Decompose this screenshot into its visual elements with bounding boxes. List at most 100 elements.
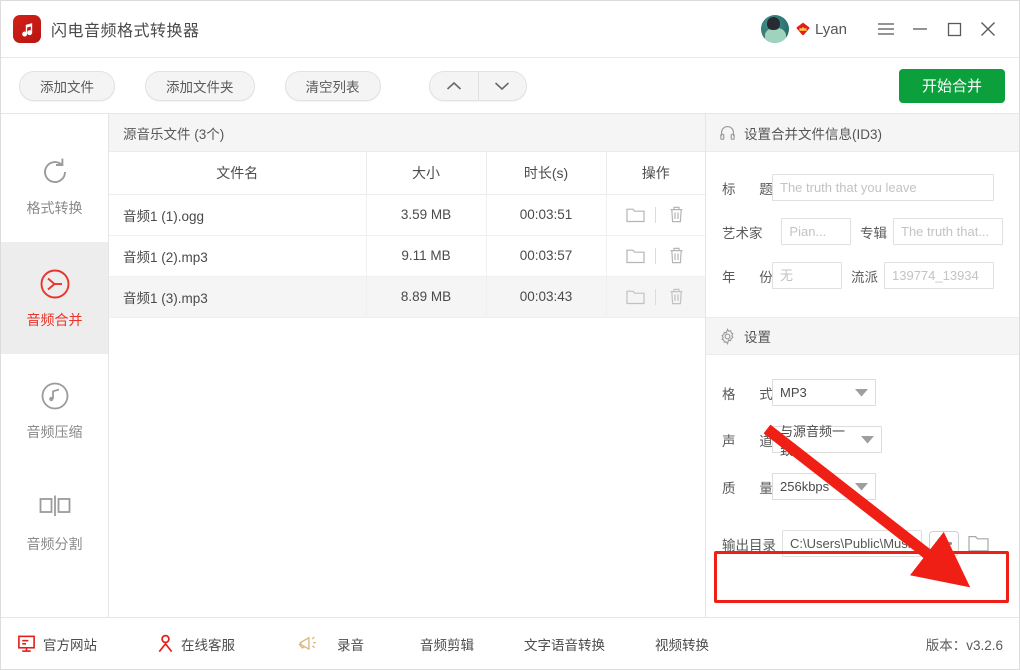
move-down-button[interactable] [477,71,526,100]
app-window: 闪电音频格式转换器 Lyan 添加文件 添加文件夹 清空列表 开始合并 格式转换… [0,0,1020,670]
id3-section-title: 设置合并文件信息(ID3) [744,126,882,142]
output-dir-input[interactable] [782,530,922,557]
start-merge-button[interactable]: 开始合并 [898,68,1005,103]
text-to-speech-link[interactable]: 文字语音转换 [524,634,605,654]
cell-duration: 00:03:43 [486,276,607,318]
id3-album-input[interactable] [893,218,1003,245]
sidebar-item-audio-merge[interactable]: 音频合并 [1,242,108,354]
format-row: 格 式 MP3 [706,379,1019,406]
open-output-folder-icon[interactable] [964,535,992,552]
recording-link[interactable]: 录音 [337,634,364,654]
sidebar-item-audio-split[interactable]: 音频分割 [1,466,108,578]
column-header-actions: 操作 [606,152,705,195]
cell-actions [606,235,705,277]
quality-row: 质 量 256kbps [706,473,1019,500]
id3-artist-label: 艺术家 [722,225,763,241]
browse-ellipsis-button[interactable] [929,531,959,556]
id3-title-label: 标 题 [722,181,783,197]
maximize-icon[interactable] [937,12,971,46]
quality-select[interactable]: 256kbps [772,473,876,500]
id3-title-row: 标 题 [706,174,1019,201]
id3-title-input[interactable] [772,174,994,201]
refresh-circle-icon [39,155,71,189]
cell-actions [606,276,705,318]
hamburger-menu-icon[interactable] [869,12,903,46]
id3-year-input[interactable] [772,262,842,289]
video-convert-link[interactable]: 视频转换 [655,634,709,654]
cell-filename: 音频1 (2).mp3 [109,235,367,277]
folder-icon[interactable] [615,207,655,223]
folder-icon[interactable] [615,248,655,264]
cell-size: 8.89 MB [366,276,487,318]
online-support-link[interactable]: 在线客服 [157,634,235,654]
settings-section-header: 设置 [706,317,1019,355]
cell-filename: 音频1 (3).mp3 [109,276,367,318]
file-list-header: 源音乐文件 (3个) [109,114,705,152]
sidebar-label: 音频分割 [26,535,83,552]
app-logo-icon [13,15,41,43]
minimize-icon[interactable] [903,12,937,46]
monitor-icon [18,635,35,652]
vip-crown-icon [796,22,810,36]
app-title: 闪电音频格式转换器 [51,23,200,40]
channel-label: 声 道 [722,433,783,449]
table-row[interactable]: 音频1 (3).mp3 8.89 MB 00:03:43 [109,276,705,318]
id3-year-label: 年 份 [722,269,783,285]
trash-icon[interactable] [656,288,696,305]
add-file-button[interactable]: 添加文件 [19,70,115,101]
id3-genre-label: 流派 [851,269,878,285]
cell-size: 9.11 MB [366,235,487,277]
official-website-label: 官方网站 [43,637,97,653]
merge-arrow-circle-icon [38,267,72,301]
version-label: 版本：v3.2.6 [925,637,1003,653]
sidebar: 格式转换 音频合并 音频压缩 音频分割 [1,114,109,617]
id3-year-genre-row: 年 份 流派 [706,262,1019,289]
clear-list-button[interactable]: 清空列表 [284,70,381,101]
table-header-row: 文件名 大小 时长(s) 操作 [109,152,705,195]
folder-icon[interactable] [615,289,655,305]
cell-duration: 00:03:51 [486,194,607,236]
title-bar: 闪电音频格式转换器 Lyan [1,1,1019,58]
column-header-size: 大小 [366,152,487,195]
close-icon[interactable] [971,12,1005,46]
output-dir-label: 输出目录 [722,537,776,553]
quality-label: 质 量 [722,480,783,496]
official-website-link[interactable]: 官方网站 [17,634,97,654]
sidebar-label: 音频压缩 [26,423,83,440]
sidebar-item-format-convert[interactable]: 格式转换 [1,130,108,242]
table-row[interactable]: 音频1 (2).mp3 9.11 MB 00:03:57 [109,235,705,277]
id3-album-label: 专辑 [860,225,887,241]
online-support-label: 在线客服 [181,637,235,653]
username-label: Lyan [815,20,847,38]
output-dir-row: 输出目录 [706,530,1019,557]
move-up-button[interactable] [430,72,478,100]
bottom-bar: 官方网站 在线客服 录音 音频剪辑 文字语音转换 视频转换 版本：v3.2.6 [1,617,1019,669]
id3-genre-input[interactable] [884,262,994,289]
person-icon [158,634,173,653]
channel-value: 与源音频一致 [780,423,846,458]
toolbar: 添加文件 添加文件夹 清空列表 开始合并 [1,58,1019,114]
cell-size: 3.59 MB [366,194,487,236]
id3-section-header: 设置合并文件信息(ID3) [706,114,1019,152]
sidebar-label: 格式转换 [26,199,83,216]
table-row[interactable]: 音频1 (1).ogg 3.59 MB 00:03:51 [109,194,705,236]
cell-duration: 00:03:57 [486,235,607,277]
audio-edit-link[interactable]: 音频剪辑 [420,634,474,654]
sidebar-item-audio-compress[interactable]: 音频压缩 [1,354,108,466]
channel-select[interactable]: 与源音频一致 [772,424,882,458]
split-squares-icon [38,491,72,525]
format-label: 格 式 [722,386,783,402]
add-folder-button[interactable]: 添加文件夹 [145,70,255,101]
body-area: 格式转换 音频合并 音频压缩 音频分割 源音乐文件 (3个) 文件名 大小 时长… [1,114,1019,617]
trash-icon[interactable] [656,247,696,264]
format-select[interactable]: MP3 [772,379,876,406]
column-header-duration: 时长(s) [486,152,607,195]
sidebar-label: 音频合并 [26,311,83,328]
id3-artist-input[interactable] [781,218,852,245]
chevron-down-icon [853,435,874,444]
file-list-panel: 源音乐文件 (3个) 文件名 大小 时长(s) 操作 音频1 (1).ogg 3… [109,114,705,617]
channel-row: 声 道 与源音频一致 [706,424,1019,458]
headphones-icon [720,125,735,140]
trash-icon[interactable] [656,206,696,223]
avatar[interactable] [761,15,790,43]
